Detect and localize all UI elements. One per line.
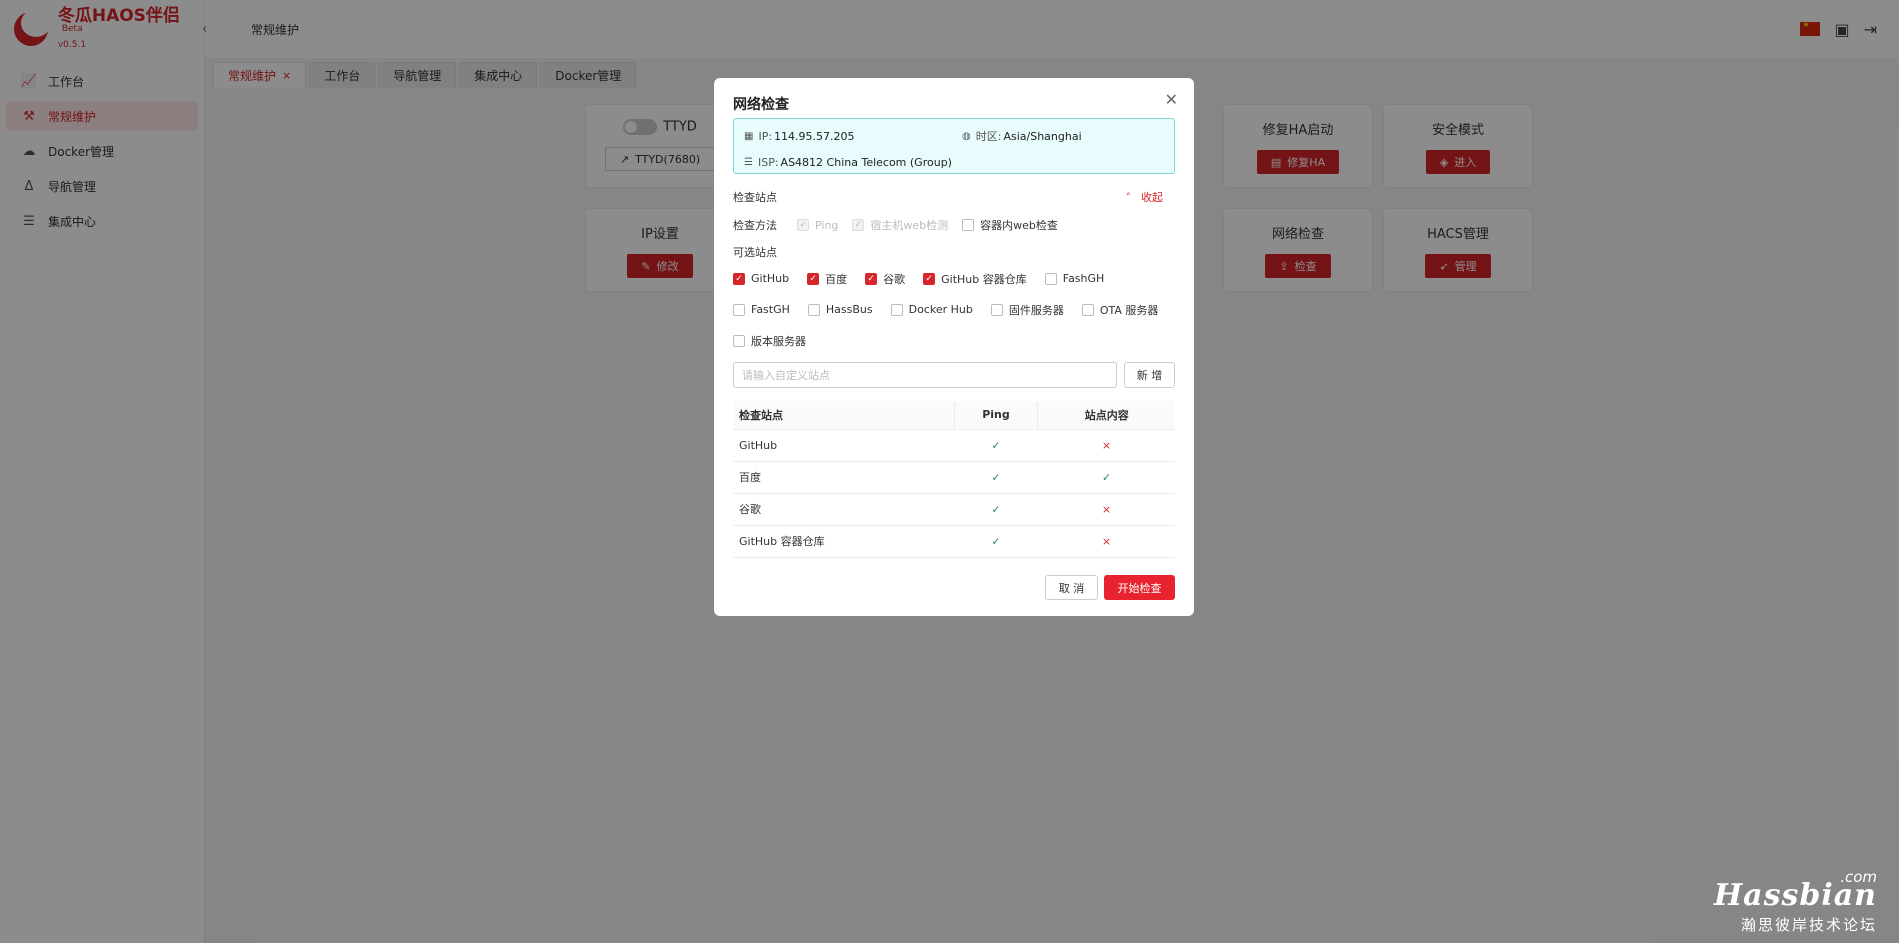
- table-row: GitHub ✓ ×: [733, 429, 1175, 462]
- check-icon: ✓: [991, 438, 1001, 452]
- timezone-value: Asia/Shanghai: [1003, 129, 1082, 143]
- network-info-panel: ▦ IP: 114.95.57.205 ◍ 时区: Asia/Shanghai …: [733, 118, 1175, 174]
- cross-icon: ×: [1101, 534, 1112, 548]
- site-ota-checkbox[interactable]: OTA 服务器: [1081, 302, 1158, 318]
- cross-icon: ×: [1101, 438, 1112, 452]
- add-site-button[interactable]: 新 增: [1124, 362, 1175, 388]
- column-header: 检查站点: [733, 401, 954, 430]
- site-cell: 谷歌: [733, 493, 954, 526]
- table-row: 百度 ✓ ✓: [733, 461, 1175, 494]
- site-baidu-checkbox[interactable]: ✓ 百度: [807, 271, 847, 287]
- site-ghcr-checkbox[interactable]: ✓ GitHub 容器仓库: [923, 271, 1027, 287]
- ip-value: 114.95.57.205: [774, 129, 855, 143]
- collapse-button[interactable]: ˄ 收起: [1126, 189, 1164, 205]
- section-label: 检查站点: [733, 191, 777, 204]
- checkbox-icon: ✓: [807, 272, 820, 285]
- checkbox-icon: [990, 303, 1003, 316]
- checkbox-icon: [1081, 303, 1094, 316]
- checkbox-icon: [733, 303, 745, 316]
- sites-row: 版本服务器: [733, 325, 1175, 356]
- table-header: 检查站点 Ping 站点内容: [733, 401, 1175, 430]
- check-method-row: 检查方法 ✓ Ping ✓ 宿主机web检测 容器内web检查: [733, 217, 1058, 233]
- globe-icon: ◍: [962, 130, 971, 142]
- column-header: 站点内容: [1037, 401, 1175, 430]
- watermark-sub: 瀚思彼岸技术论坛: [1740, 916, 1877, 934]
- sites-row: FastGH HassBus Docker Hub 固件服务器 OTA 服务器: [733, 294, 1175, 325]
- site-version-checkbox[interactable]: 版本服务器: [733, 333, 806, 349]
- checkbox-icon: ✓: [733, 272, 745, 285]
- site-google-checkbox[interactable]: ✓ 谷歌: [865, 271, 905, 287]
- table-row: GitHub 容器仓库 ✓ ×: [733, 525, 1175, 558]
- checkbox-icon: ✓: [865, 272, 878, 285]
- site-hassbus-checkbox[interactable]: HassBus: [807, 303, 873, 316]
- start-check-button[interactable]: 开始检查: [1104, 575, 1175, 600]
- dialog-title: 网络检查: [733, 97, 789, 113]
- network-check-dialog: 网络检查 ✕ ▦ IP: 114.95.57.205 ◍ 时区: Asia/Sh…: [714, 78, 1194, 616]
- method-ping-checkbox[interactable]: ✓ Ping: [797, 219, 838, 232]
- custom-site-input[interactable]: [733, 362, 1117, 388]
- table-row: 谷歌 ✓ ×: [733, 493, 1175, 526]
- sites-row: ✓ GitHub ✓ 百度 ✓ 谷歌 ✓ GitHub 容器仓库 FashGH: [733, 263, 1175, 294]
- checkbox-icon: [1044, 272, 1057, 285]
- site-cell: 百度: [733, 461, 954, 494]
- checkbox-icon: ✓: [797, 219, 809, 231]
- site-dockerhub-checkbox[interactable]: Docker Hub: [890, 303, 973, 316]
- optional-sites-label: 可选站点: [733, 246, 777, 259]
- results-table: 检查站点 Ping 站点内容 GitHub ✓ × 百度 ✓ ✓ 谷歌 ✓ ×: [733, 401, 1175, 558]
- site-fashgh-checkbox[interactable]: FashGH: [1044, 272, 1104, 285]
- site-cell: GitHub 容器仓库: [733, 525, 954, 558]
- check-icon: ✓: [991, 534, 1001, 548]
- checkbox-icon: [962, 219, 975, 231]
- database-icon: ☰: [744, 156, 753, 168]
- column-header: Ping: [953, 401, 1038, 430]
- check-icon: ✓: [1101, 470, 1112, 484]
- checkbox-icon: [733, 334, 745, 347]
- site-cell: GitHub: [733, 429, 954, 462]
- close-icon[interactable]: ✕: [1165, 90, 1178, 109]
- check-icon: ✓: [991, 470, 1001, 484]
- isp-value: AS4812 China Telecom (Group): [780, 155, 952, 169]
- site-firmware-checkbox[interactable]: 固件服务器: [990, 302, 1064, 318]
- method-host-web-checkbox[interactable]: ✓ 宿主机web检测: [852, 217, 948, 233]
- site-github-checkbox[interactable]: ✓ GitHub: [733, 272, 789, 285]
- method-container-web-checkbox[interactable]: 容器内web检查: [962, 217, 1058, 233]
- checkbox-icon: ✓: [852, 219, 865, 231]
- checkbox-icon: [807, 303, 820, 316]
- checkbox-icon: [890, 303, 903, 316]
- server-icon: ▦: [744, 130, 754, 142]
- checkbox-icon: ✓: [923, 272, 936, 285]
- watermark-com: .com: [1840, 868, 1877, 886]
- site-fastgh-checkbox[interactable]: FastGH: [733, 303, 790, 316]
- forum-watermark: .com Hassbian 瀚思彼岸技术论坛: [1714, 868, 1877, 935]
- cancel-button[interactable]: 取 消: [1045, 575, 1098, 600]
- cross-icon: ×: [1101, 502, 1112, 516]
- chevron-up-icon: ˄: [1125, 190, 1132, 204]
- check-icon: ✓: [991, 502, 1001, 516]
